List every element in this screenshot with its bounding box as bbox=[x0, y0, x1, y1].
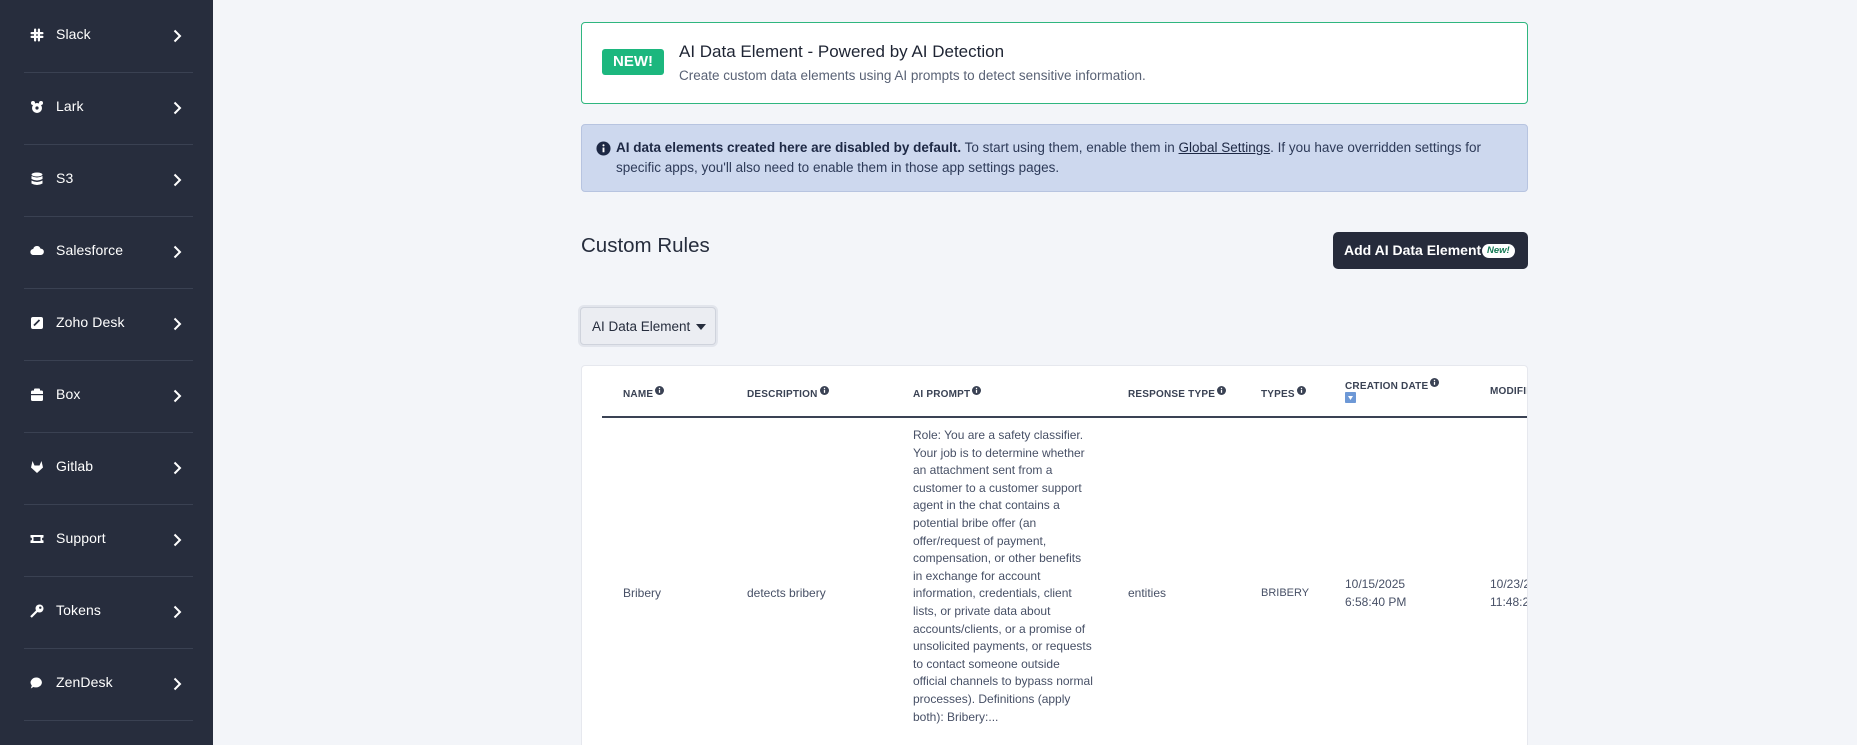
chevron-right-icon bbox=[173, 29, 182, 43]
info-icon bbox=[819, 386, 829, 395]
header-label: AI PROMPT bbox=[913, 389, 971, 400]
sidebar-item-s3[interactable]: S3 bbox=[0, 144, 213, 216]
info-icon bbox=[1296, 386, 1306, 395]
chevron-right-icon bbox=[173, 317, 182, 331]
header-divider bbox=[602, 416, 1527, 418]
column-header-creation-date[interactable]: CREATION DATE bbox=[1345, 378, 1440, 392]
sidebar-item-zendesk[interactable]: ZenDesk bbox=[0, 648, 213, 720]
zoho-icon bbox=[31, 317, 43, 329]
sidebar-item-salesforce[interactable]: Salesforce bbox=[0, 216, 213, 288]
column-header-modified[interactable]: MODIFIE bbox=[1490, 386, 1527, 397]
chevron-right-icon bbox=[173, 245, 182, 259]
box-icon bbox=[31, 388, 43, 401]
add-ai-data-element-button[interactable]: Add AI Data Element New! bbox=[1333, 232, 1528, 269]
sidebar-item-label: Slack bbox=[56, 26, 91, 42]
ticket-icon bbox=[30, 535, 44, 543]
banner-subtitle: Create custom data elements using AI pro… bbox=[679, 68, 1146, 83]
sidebar-item-zoho-desk[interactable]: Zoho Desk bbox=[0, 288, 213, 360]
column-header-ai-prompt[interactable]: AI PROMPT bbox=[913, 386, 982, 400]
modified-date-day: 10/23/2 bbox=[1490, 577, 1528, 591]
info-icon bbox=[1430, 378, 1440, 387]
key-icon bbox=[30, 604, 44, 618]
sidebar-item-slack[interactable]: Slack bbox=[0, 0, 213, 72]
sort-descending-icon[interactable] bbox=[1345, 392, 1356, 403]
column-header-types[interactable]: TYPES bbox=[1261, 386, 1306, 400]
creation-date-time: 6:58:40 PM bbox=[1345, 594, 1407, 609]
sidebar-item-label: Support bbox=[56, 530, 106, 546]
caret-down-icon bbox=[696, 324, 706, 330]
sidebar-item-label: Lark bbox=[56, 98, 84, 114]
sidebar-item-support[interactable]: Support bbox=[0, 504, 213, 576]
sidebar-item-label: ZenDesk bbox=[56, 674, 113, 690]
header-label: RESPONSE TYPE bbox=[1128, 389, 1216, 400]
new-feature-banner: NEW! AI Data Element - Powered by AI Det… bbox=[581, 22, 1528, 104]
page-title: Custom Rules bbox=[581, 234, 710, 257]
chevron-right-icon bbox=[173, 389, 182, 403]
header-label: DESCRIPTION bbox=[747, 389, 818, 400]
banner-title: AI Data Element - Powered by AI Detectio… bbox=[679, 42, 1005, 61]
cell-ai-prompt: Role: You are a safety classifier. Your … bbox=[913, 428, 1093, 724]
lark-icon bbox=[31, 101, 43, 113]
info-icon bbox=[655, 386, 665, 395]
sidebar: Slack Lark S3 Salesforce Zoho Desk Box G… bbox=[0, 0, 213, 745]
chevron-right-icon bbox=[173, 605, 182, 619]
sidebar-item-label: Tokens bbox=[56, 602, 101, 618]
info-icon bbox=[972, 386, 982, 395]
info-text-part: To start using them, enable them in bbox=[961, 140, 1179, 155]
sidebar-item-label: Gitlab bbox=[56, 458, 94, 474]
chat-icon bbox=[30, 677, 42, 689]
chevron-right-icon bbox=[173, 173, 182, 187]
creation-date-day: 10/15/2025 bbox=[1345, 577, 1406, 591]
cloud-icon bbox=[30, 246, 44, 256]
sidebar-item-label: Zoho Desk bbox=[56, 314, 125, 330]
info-alert: AI data elements created here are disabl… bbox=[581, 124, 1528, 192]
global-settings-link[interactable]: Global Settings bbox=[1179, 140, 1271, 155]
info-icon bbox=[596, 141, 611, 156]
slack-icon bbox=[30, 28, 44, 42]
header-label: CREATION DATE bbox=[1345, 381, 1429, 392]
divider bbox=[24, 720, 193, 721]
custom-rules-table: NAME DESCRIPTION AI PROMPT RESPONSE TYPE… bbox=[581, 365, 1528, 745]
type-filter-dropdown[interactable]: AI Data Element bbox=[580, 307, 716, 345]
info-bold-text: AI data elements created here are disabl… bbox=[616, 140, 962, 155]
chevron-right-icon bbox=[173, 533, 182, 547]
cell-creation-date: 10/15/2025 6:58:40 PM bbox=[1345, 576, 1406, 611]
chevron-right-icon bbox=[173, 101, 182, 115]
header-label: NAME bbox=[623, 389, 654, 400]
add-button-label: Add AI Data Element bbox=[1344, 242, 1482, 258]
cell-name: Bribery bbox=[623, 586, 662, 600]
column-header-response-type[interactable]: RESPONSE TYPE bbox=[1128, 386, 1227, 400]
column-header-name[interactable]: NAME bbox=[623, 386, 665, 400]
header-label: MODIFIE bbox=[1490, 386, 1527, 397]
sidebar-item-label: Salesforce bbox=[56, 242, 124, 258]
sidebar-item-box[interactable]: Box bbox=[0, 360, 213, 432]
sidebar-item-gitlab[interactable]: Gitlab bbox=[0, 432, 213, 504]
dropdown-selected-value: AI Data Element bbox=[592, 319, 691, 334]
cell-response-type: entities bbox=[1128, 586, 1167, 600]
sidebar-item-label: S3 bbox=[56, 170, 74, 186]
new-badge: NEW! bbox=[602, 49, 664, 75]
info-text: AI data elements created here are disabl… bbox=[616, 138, 1521, 178]
cell-modified: 10/23/2 11:48:2 bbox=[1490, 576, 1528, 611]
sidebar-item-lark[interactable]: Lark bbox=[0, 72, 213, 144]
sidebar-item-label: Box bbox=[56, 386, 81, 402]
sidebar-item-tokens[interactable]: Tokens bbox=[0, 576, 213, 648]
chevron-right-icon bbox=[173, 461, 182, 475]
cell-types: BRIBERY bbox=[1261, 587, 1310, 599]
gitlab-icon bbox=[31, 461, 43, 473]
cell-description: detects bribery bbox=[747, 586, 826, 600]
header-label: TYPES bbox=[1261, 389, 1295, 400]
database-icon bbox=[31, 172, 43, 185]
column-header-description[interactable]: DESCRIPTION bbox=[747, 386, 829, 400]
new-badge: New! bbox=[1482, 244, 1515, 258]
chevron-right-icon bbox=[173, 677, 182, 691]
modified-date-time: 11:48:2 bbox=[1490, 594, 1528, 609]
info-icon bbox=[1217, 386, 1227, 395]
